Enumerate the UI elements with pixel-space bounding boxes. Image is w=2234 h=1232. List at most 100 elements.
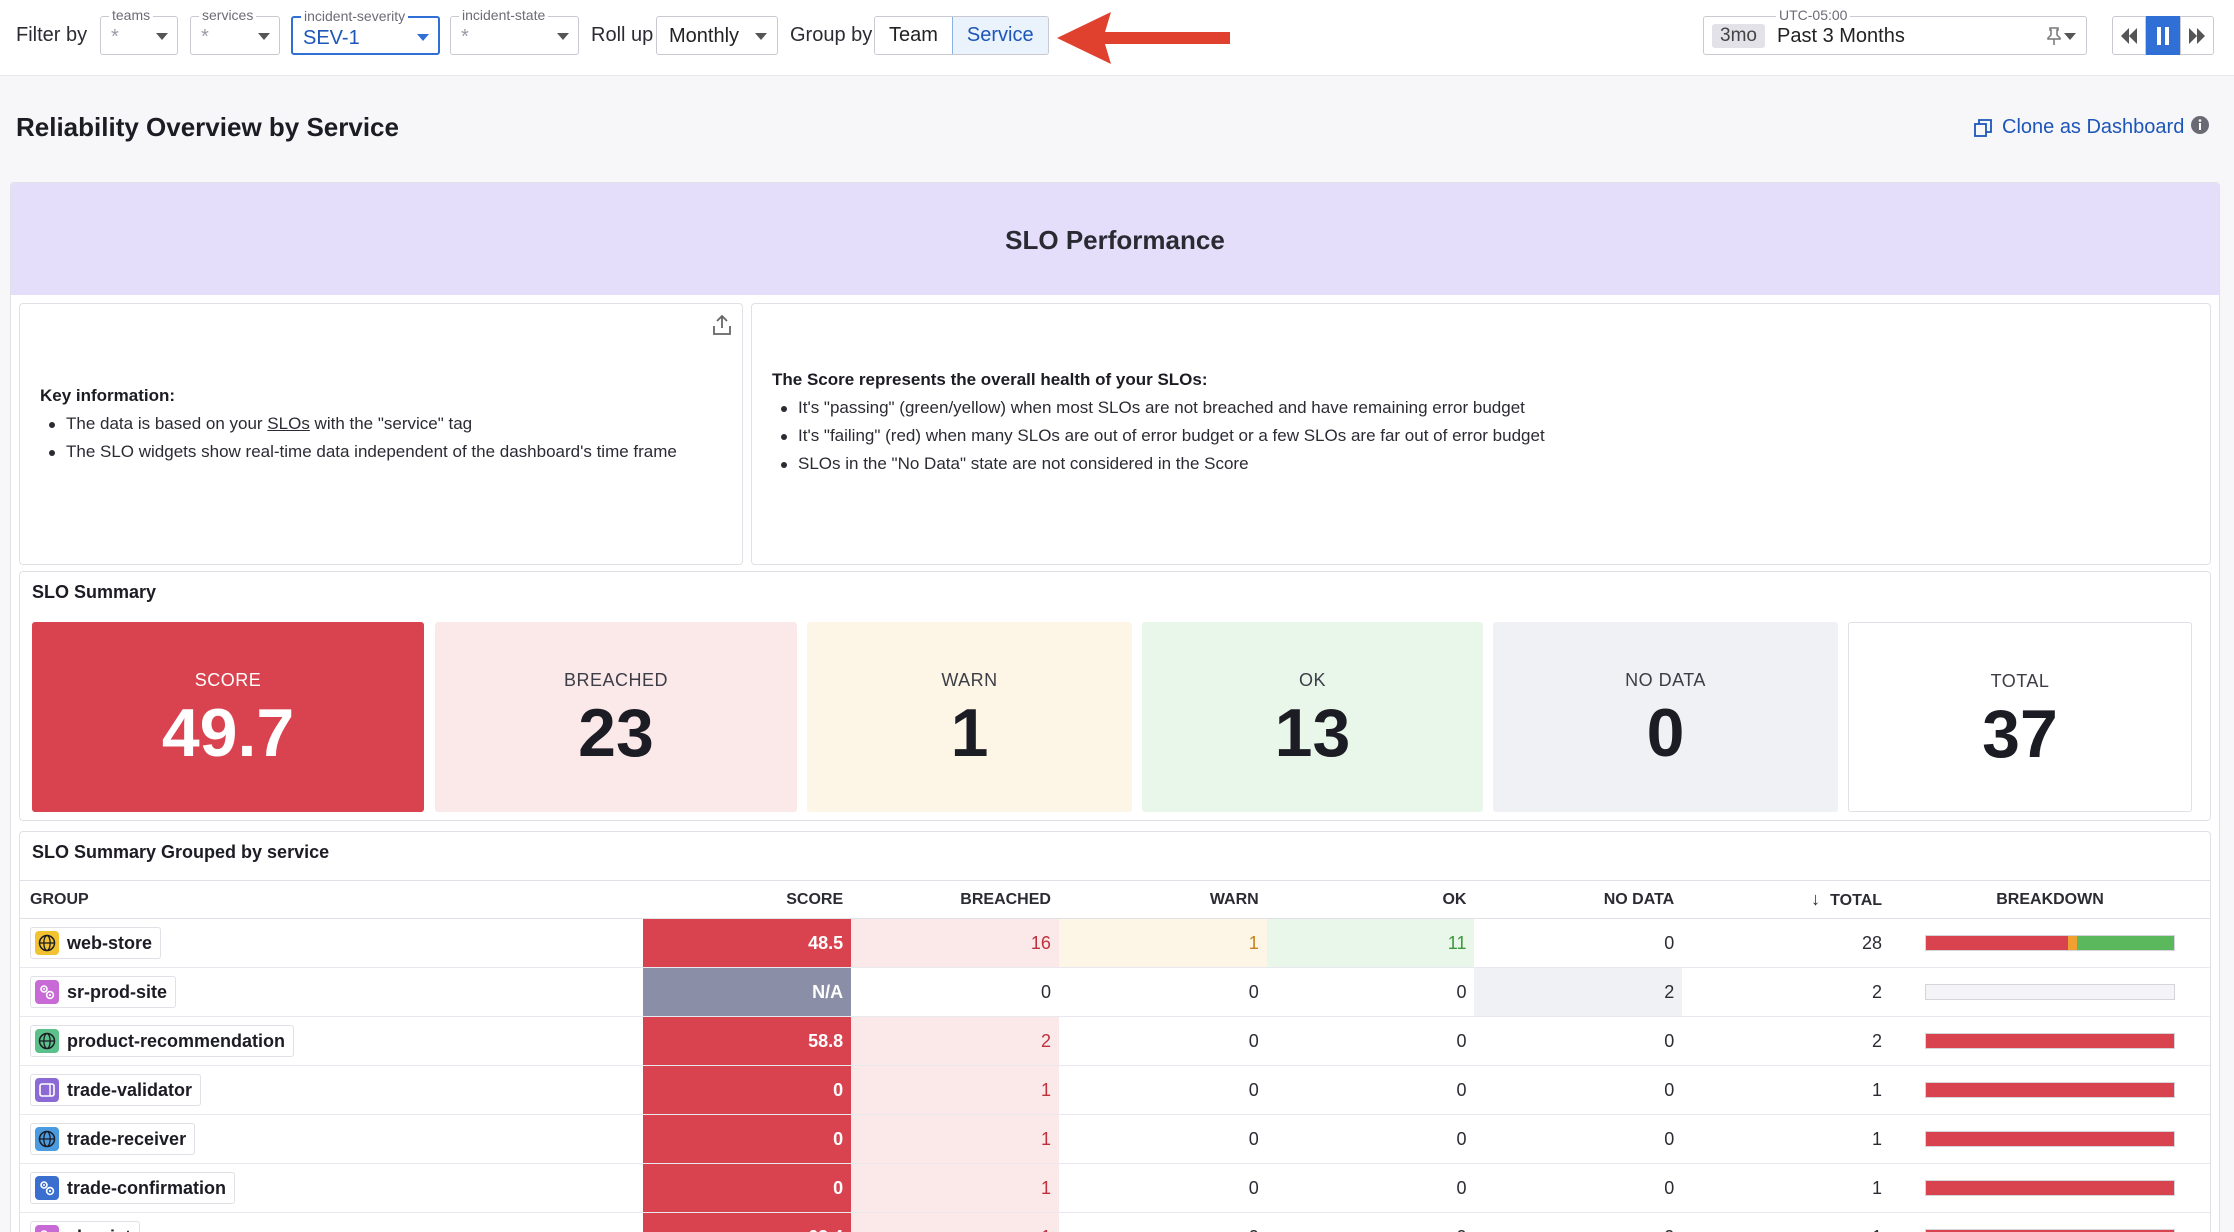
table-row[interactable]: shopist63.410001 xyxy=(20,1212,2210,1232)
no-data-cell: 0 xyxy=(1474,1114,1683,1164)
table-row[interactable]: trade-receiver 0 1 0 0 0 1 xyxy=(20,1114,2210,1164)
group-cell[interactable]: trade-confirmation xyxy=(20,1163,644,1213)
ok-cell: 11 xyxy=(1266,918,1475,968)
widget-title: SLO Summary xyxy=(32,582,157,602)
breached-cell: 1 xyxy=(851,1114,1059,1164)
service-pill[interactable]: product-recommendation xyxy=(30,1025,295,1057)
table-row[interactable]: trade-validator 0 1 0 0 0 1 xyxy=(20,1065,2210,1115)
list-item: The data is based on your SLOs with the … xyxy=(40,410,677,438)
breakdown-warn-segment xyxy=(2067,936,2077,950)
col-warn[interactable]: WARN xyxy=(1058,880,1267,919)
sort-arrow-down-icon: ↓ xyxy=(1811,889,1821,909)
filter-teams-value: * xyxy=(111,26,119,48)
page-title: Reliability Overview by Service xyxy=(16,112,399,142)
total-card[interactable]: TOTAL 37 xyxy=(1848,622,2192,812)
col-breakdown[interactable]: BREAKDOWN xyxy=(1890,880,2210,919)
score-cell: 58.8 xyxy=(643,1016,852,1066)
service-pill[interactable]: shopist xyxy=(30,1221,141,1232)
globe-icon xyxy=(35,1029,59,1053)
groupby-option-service[interactable]: Service xyxy=(951,17,1048,54)
card-value: 13 xyxy=(1274,695,1351,771)
filter-services-select[interactable]: services * xyxy=(190,7,280,55)
slo-summary-widget: SLO Summary SCORE 49.7 BREACHED 23 WARN … xyxy=(19,571,2211,821)
list-item: The SLO widgets show real-time data inde… xyxy=(40,438,677,466)
service-pill[interactable]: trade-validator xyxy=(30,1074,202,1106)
filter-teams-select[interactable]: teams * xyxy=(100,7,178,55)
filter-incident-severity-value: SEV-1 xyxy=(303,27,360,49)
note-list: It's "passing" (green/yellow) when most … xyxy=(772,394,1545,478)
group-cell[interactable]: trade-receiver xyxy=(20,1114,644,1164)
breakdown-cell xyxy=(1890,1163,2210,1213)
no-data-cell: 0 xyxy=(1474,918,1683,968)
group-header: SLO Performance xyxy=(11,183,2219,295)
group-cell[interactable]: sr-prod-site xyxy=(20,967,644,1017)
breached-card[interactable]: BREACHED 23 xyxy=(435,622,797,812)
rollup-select[interactable]: Monthly xyxy=(656,16,778,55)
clone-as-dashboard-link[interactable]: Clone as Dashboard xyxy=(1974,116,2184,139)
table-row[interactable]: product-recommendation 58.8 2 0 0 0 2 xyxy=(20,1016,2210,1066)
table-row[interactable]: web-store 48.5 16 1 11 0 28 xyxy=(20,918,2210,968)
group-cell[interactable]: web-store xyxy=(20,918,644,968)
breakdown-bar xyxy=(1925,1033,2175,1049)
filter-by-label: Filter by xyxy=(16,24,88,46)
col-group[interactable]: GROUP xyxy=(20,880,644,919)
breakdown-breached-segment xyxy=(1926,936,2068,950)
time-range-picker[interactable]: UTC-05:00 3mo Past 3 Months xyxy=(1703,7,2087,55)
col-ok[interactable]: OK xyxy=(1266,880,1475,919)
col-no-data[interactable]: NO DATA xyxy=(1474,880,1683,919)
list-item: SLOs in the "No Data" state are not cons… xyxy=(772,450,1545,478)
clone-as-dashboard-label: Clone as Dashboard xyxy=(2002,116,2185,138)
service-name: trade-validator xyxy=(67,1079,193,1100)
breakdown-bar xyxy=(1925,1180,2175,1196)
warn-cell: 0 xyxy=(1058,1114,1267,1164)
filter-incident-state-select[interactable]: incident-state * xyxy=(450,7,579,55)
groupby-option-team[interactable]: Team xyxy=(875,17,952,54)
ok-card[interactable]: OK 13 xyxy=(1142,622,1483,812)
group-cell[interactable]: shopist xyxy=(20,1212,644,1232)
score-card[interactable]: SCORE 49.7 xyxy=(32,622,424,812)
group-cell[interactable]: product-recommendation xyxy=(20,1016,644,1066)
warn-card[interactable]: WARN 1 xyxy=(807,622,1132,812)
chevron-down-icon xyxy=(156,33,168,40)
table-row[interactable]: sr-prod-site N/A 0 0 0 2 2 xyxy=(20,967,2210,1017)
gears-icon xyxy=(35,980,59,1004)
group-cell[interactable]: trade-validator xyxy=(20,1065,644,1115)
service-pill[interactable]: trade-confirmation xyxy=(30,1172,236,1204)
breakdown-cell xyxy=(1890,1065,2210,1115)
col-score[interactable]: SCORE xyxy=(643,880,852,919)
note-list: The data is based on your SLOs with the … xyxy=(40,410,677,466)
slos-link[interactable]: SLOs xyxy=(267,414,310,433)
breakdown-bar xyxy=(1925,935,2175,951)
warn-cell: 0 xyxy=(1058,967,1267,1017)
breakdown-bar xyxy=(1925,1131,2175,1147)
breakdown-cell xyxy=(1890,918,2210,968)
service-pill[interactable]: sr-prod-site xyxy=(30,976,177,1008)
export-icon[interactable] xyxy=(712,314,732,336)
pin-icon[interactable] xyxy=(2046,27,2062,45)
groupby-toggle: Team Service xyxy=(874,16,1049,55)
card-label: WARN xyxy=(941,670,998,690)
ok-cell: 0 xyxy=(1266,1212,1475,1232)
service-name: trade-confirmation xyxy=(67,1177,227,1198)
table-header-row: GROUP SCORE BREACHED WARN OK NO DATA ↓ TO… xyxy=(20,880,2210,919)
no-data-card[interactable]: NO DATA 0 xyxy=(1493,622,1838,812)
breakdown-breached-segment xyxy=(1926,1034,2174,1048)
total-cell: 28 xyxy=(1682,918,1891,968)
step-forward-button[interactable] xyxy=(2180,16,2214,55)
table-row[interactable]: trade-confirmation 0 1 0 0 0 1 xyxy=(20,1163,2210,1213)
breakdown-nodata-segment xyxy=(1926,985,2174,999)
pause-button[interactable] xyxy=(2146,16,2180,55)
slo-performance-group: SLO Performance Key information: The dat… xyxy=(10,182,2220,1232)
info-icon[interactable] xyxy=(2190,115,2210,135)
warn-cell: 0 xyxy=(1058,1163,1267,1213)
total-cell: 2 xyxy=(1682,967,1891,1017)
col-total[interactable]: ↓ TOTAL xyxy=(1682,880,1891,919)
col-breached[interactable]: BREACHED xyxy=(851,880,1059,919)
filter-incident-severity-select[interactable]: incident-severity SEV-1 xyxy=(291,8,440,55)
rollup-value: Monthly xyxy=(669,25,740,47)
step-back-button[interactable] xyxy=(2112,16,2146,55)
service-pill[interactable]: trade-receiver xyxy=(30,1123,196,1155)
key-information-note: Key information: The data is based on yo… xyxy=(19,303,743,565)
warn-cell: 0 xyxy=(1058,1212,1267,1232)
service-pill[interactable]: web-store xyxy=(30,927,162,959)
